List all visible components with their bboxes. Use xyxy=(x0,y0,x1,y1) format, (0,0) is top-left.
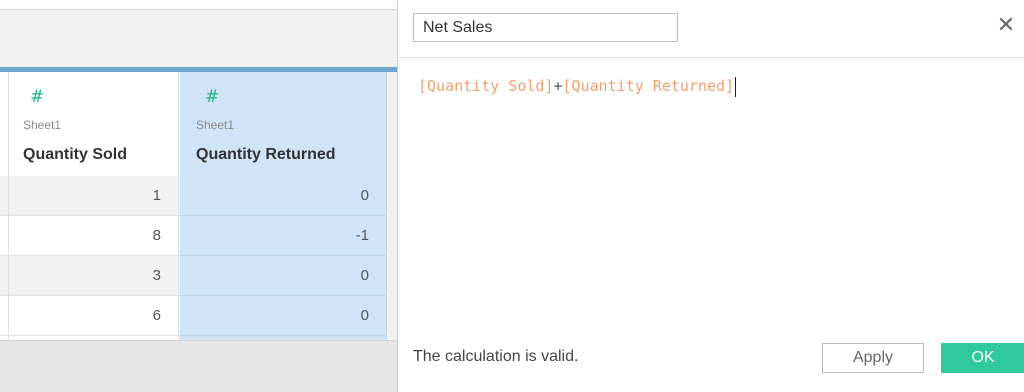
formula-field: [Quantity Returned] xyxy=(562,77,735,95)
table-cell[interactable]: 0 xyxy=(180,176,386,216)
row-header-stub xyxy=(0,72,9,340)
number-hash-icon: # xyxy=(205,87,220,107)
calculation-name-input[interactable] xyxy=(413,13,678,42)
formula-editor[interactable]: [Quantity Sold]+[Quantity Returned] xyxy=(418,74,1004,324)
dialog-divider xyxy=(398,57,1024,58)
calculation-editor-dialog: ✕ [Quantity Sold]+[Quantity Returned] Th… xyxy=(397,0,1024,392)
table-cell[interactable]: -1 xyxy=(180,216,386,256)
text-caret xyxy=(735,76,737,97)
table-cell[interactable]: 0 xyxy=(180,296,386,336)
column-source: Sheet1 xyxy=(23,118,62,132)
table-cell[interactable]: 8 xyxy=(9,216,178,256)
grid-toolbar xyxy=(0,11,398,67)
column-header[interactable]: # Sheet1 Quantity Returned xyxy=(180,72,386,176)
formula-field: [Quantity Sold] xyxy=(418,77,554,95)
column-quantity-sold[interactable]: # Sheet1 Quantity Sold 1 8 3 6 xyxy=(9,72,179,340)
data-grid-area: # Sheet1 Quantity Sold 1 8 3 6 # Sheet1 … xyxy=(0,0,398,392)
table-cell[interactable]: 3 xyxy=(9,256,178,296)
top-strip xyxy=(0,0,398,10)
apply-button[interactable]: Apply xyxy=(822,343,924,373)
ok-button[interactable]: OK xyxy=(941,343,1024,373)
column-name: Quantity Returned xyxy=(196,146,336,163)
column-name: Quantity Sold xyxy=(23,146,127,163)
validation-status: The calculation is valid. xyxy=(413,348,579,365)
grid-footer xyxy=(0,340,398,392)
table-cell[interactable]: 1 xyxy=(9,176,178,216)
column-source: Sheet1 xyxy=(196,118,235,132)
column-quantity-returned[interactable]: # Sheet1 Quantity Returned 0 -1 0 0 xyxy=(180,72,387,340)
formula-operator: + xyxy=(553,77,563,95)
table-cell[interactable]: 0 xyxy=(180,256,386,296)
column-header[interactable]: # Sheet1 Quantity Sold xyxy=(9,72,178,176)
close-icon[interactable]: ✕ xyxy=(994,14,1018,38)
table-cell[interactable]: 6 xyxy=(9,296,178,336)
number-hash-icon: # xyxy=(30,87,45,107)
